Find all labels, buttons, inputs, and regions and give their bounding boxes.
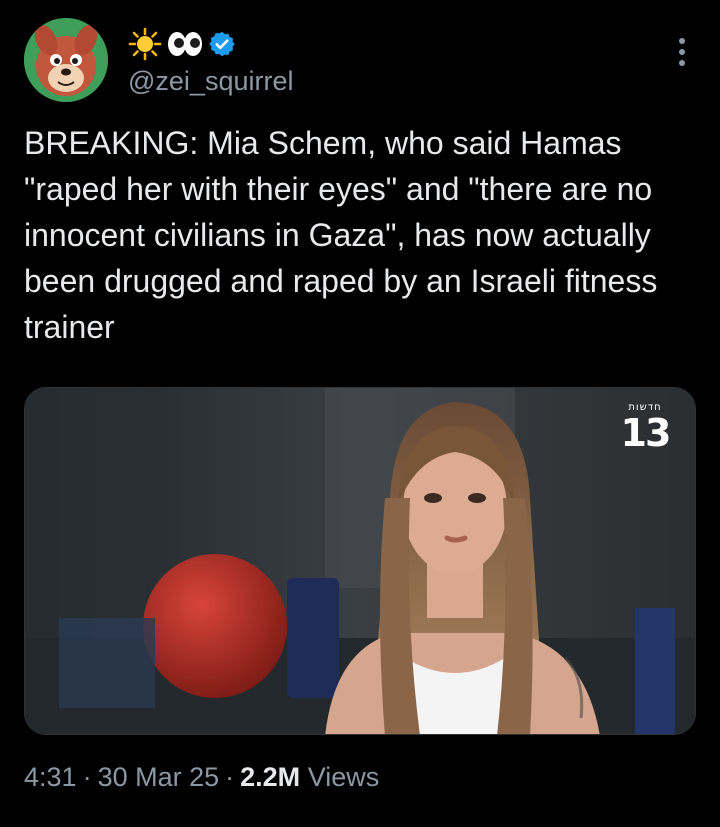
- views-label: Views: [307, 762, 380, 792]
- tweet-header: @zei_squirrel: [24, 18, 696, 104]
- views-count[interactable]: 2.2M: [240, 762, 300, 792]
- verified-badge-icon: [208, 30, 236, 58]
- eyes-emoji-icon: [166, 29, 204, 59]
- sun-emoji-icon: [128, 27, 162, 61]
- more-options-icon[interactable]: [672, 34, 692, 70]
- tweet-time[interactable]: 4:31: [24, 762, 77, 792]
- logo-number: 13: [620, 411, 672, 455]
- author-handle[interactable]: @zei_squirrel: [128, 66, 293, 97]
- display-name[interactable]: [128, 27, 236, 61]
- squirrel-avatar-icon: [24, 18, 108, 102]
- meta-separator: ·: [225, 762, 235, 792]
- channel-13-logo: חדשות 13: [619, 402, 672, 455]
- avatar[interactable]: [24, 18, 108, 102]
- tweet-text: BREAKING: Mia Schem, who said Hamas "rap…: [24, 125, 658, 345]
- video-thumbnail: [25, 388, 695, 734]
- tweet-date[interactable]: 30 Mar 25: [98, 762, 220, 792]
- tweet-meta: 4:31 · 30 Mar 25 · 2.2M Views: [24, 762, 379, 793]
- meta-separator: ·: [82, 762, 92, 792]
- tweet-media-video[interactable]: חדשות 13: [24, 387, 696, 735]
